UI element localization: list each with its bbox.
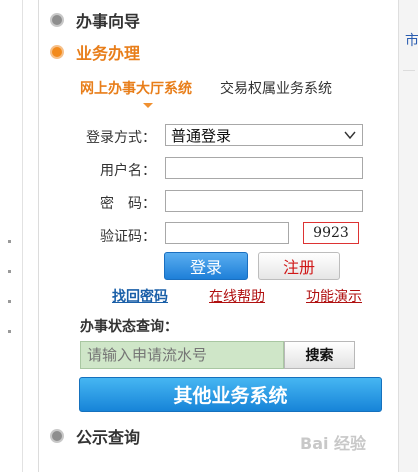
left-edge-dot <box>8 240 11 243</box>
feature-demo-link[interactable]: 功能演示 <box>306 286 362 306</box>
tab-online-hall[interactable]: 网上办事大厅系统 <box>80 78 192 100</box>
password-input[interactable] <box>165 190 363 212</box>
captcha-label: 验证码： <box>100 229 156 245</box>
login-method-label: 登录方式： <box>86 130 156 146</box>
divider <box>403 70 415 71</box>
bullet-icon <box>50 13 64 27</box>
captcha-image[interactable]: 9923 <box>303 222 359 244</box>
serial-number-input[interactable] <box>80 341 284 369</box>
left-edge-dot <box>8 270 11 273</box>
captcha-input[interactable] <box>165 222 289 244</box>
bullet-icon <box>50 45 64 59</box>
section-public-label: 公示查询 <box>76 428 141 447</box>
left-page-edge <box>0 0 23 472</box>
login-method-select[interactable]: 普通登录 <box>165 124 363 146</box>
online-help-link[interactable]: 在线帮助 <box>209 286 265 306</box>
username-input[interactable] <box>165 157 363 179</box>
status-query-title: 办事状态查询： <box>80 319 178 335</box>
active-tab-caret-icon <box>143 103 153 108</box>
register-button[interactable]: 注册 <box>258 252 340 280</box>
other-systems-button[interactable]: 其他业务系统 <box>79 377 382 412</box>
search-button[interactable]: 搜索 <box>284 341 355 369</box>
watermark: Bai 经验 <box>300 434 367 453</box>
username-label: 用户名： <box>100 163 156 179</box>
right-column: 市 <box>398 0 418 472</box>
section-public[interactable]: 公示查询 <box>50 424 140 448</box>
login-button[interactable]: 登录 <box>164 252 248 280</box>
left-edge-dot <box>8 330 11 333</box>
password-label: 密 码： <box>100 196 156 212</box>
section-business-label: 业务办理 <box>76 44 141 63</box>
chevron-down-icon <box>344 131 356 140</box>
tab-transaction-system[interactable]: 交易权属业务系统 <box>220 78 332 100</box>
section-guide[interactable]: 办事向导 <box>50 8 140 32</box>
right-column-link[interactable]: 市 <box>405 30 418 50</box>
system-tabs: 网上办事大厅系统 交易权属业务系统 <box>80 78 360 100</box>
section-guide-label: 办事向导 <box>76 12 141 31</box>
bullet-icon <box>50 429 64 443</box>
section-business[interactable]: 业务办理 <box>50 40 140 64</box>
retrieve-password-link[interactable]: 找回密码 <box>112 286 168 306</box>
login-method-value: 普通登录 <box>171 126 232 145</box>
left-edge-dot <box>8 300 11 303</box>
